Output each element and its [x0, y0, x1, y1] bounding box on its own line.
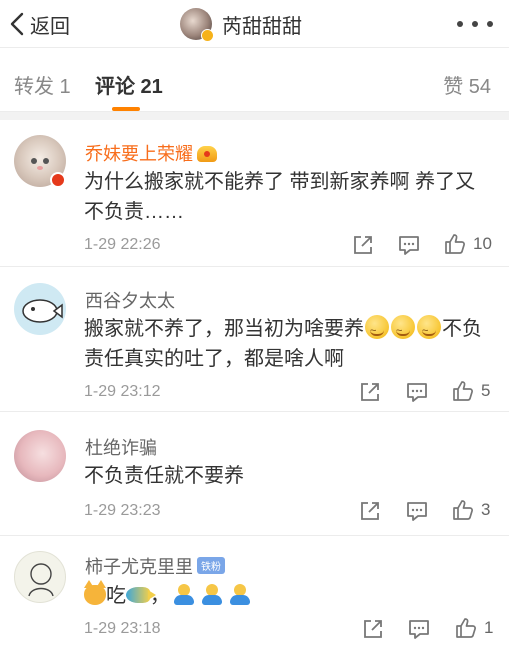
member-badge-icon — [50, 172, 66, 188]
avatar[interactable] — [14, 283, 66, 335]
share-button[interactable] — [352, 234, 374, 256]
reply-button[interactable] — [398, 234, 420, 256]
tab-bar: 转发 1 评论 21 赞 54 — [0, 48, 509, 112]
tab-comment[interactable]: 评论 21 — [95, 70, 163, 99]
avatar[interactable] — [14, 551, 66, 603]
share-button[interactable] — [359, 500, 381, 522]
dizzy-face-icon — [365, 315, 389, 346]
comment-time: 1-29 23:12 — [84, 383, 161, 400]
dizzy-face-icon — [417, 315, 441, 346]
cat-face-icon — [84, 580, 106, 605]
thumbs-up-icon — [453, 381, 473, 401]
share-icon — [361, 502, 379, 520]
author-name: 柿子尤克里里 — [85, 557, 193, 577]
like-count: 10 — [473, 234, 492, 253]
gift-person-icon — [173, 584, 195, 606]
comment-time: 1-29 22:26 — [84, 236, 161, 253]
comment-text: 吃， — [84, 580, 494, 611]
reply-button[interactable] — [406, 500, 428, 522]
share-button[interactable] — [362, 618, 384, 640]
page-title: 芮甜甜甜 — [222, 15, 302, 38]
reply-button[interactable] — [408, 618, 430, 640]
author-name[interactable]: 杜绝诈骗 — [85, 434, 157, 460]
fan-badge: 铁粉 — [197, 557, 225, 574]
avatar — [180, 8, 214, 42]
like-button[interactable]: 1 — [454, 616, 493, 640]
share-icon — [361, 383, 379, 401]
like-button[interactable]: 10 — [443, 232, 492, 256]
dizzy-face-icon — [391, 315, 415, 346]
active-tab-indicator — [112, 107, 140, 111]
like-count: 3 — [481, 500, 491, 519]
tab-like[interactable]: 赞 54 — [443, 70, 491, 99]
comment-time: 1-29 23:23 — [84, 502, 161, 519]
top-nav-bar: 返回 芮甜甜甜 — [0, 0, 509, 48]
chevron-left-icon — [10, 12, 24, 36]
tab-repost[interactable]: 转发 1 — [14, 70, 71, 99]
comment-icon — [399, 236, 419, 255]
avatar[interactable] — [14, 430, 66, 482]
comment-author[interactable]: 乔妹要上荣耀 — [85, 140, 217, 166]
share-button[interactable] — [359, 381, 381, 403]
like-button[interactable]: 3 — [451, 498, 490, 522]
comment-text: 不负责任就不要养 — [84, 465, 244, 487]
comment-item: 乔妹要上荣耀 为什么搬家就不能养了 带到新家养啊 养了又不负责…… 1-29 2… — [0, 120, 509, 267]
comment-author[interactable]: 柿子尤克里里 铁粉 — [85, 553, 225, 579]
comment-item: 杜绝诈骗 不负责任就不要养 1-29 23:23 3 — [0, 412, 509, 536]
comment-text: 搬家就不养了，那当初为啥要养不负责任真实的吐了，都是啥人啊 — [84, 314, 494, 374]
reply-button[interactable] — [406, 381, 428, 403]
back-label: 返回 — [30, 15, 70, 38]
more-options-icon[interactable] — [457, 18, 493, 30]
comment-icon — [407, 383, 427, 402]
fish-icon — [126, 587, 156, 603]
profile-title[interactable]: 芮甜甜甜 — [180, 6, 302, 42]
sketch-face-avatar-icon — [28, 563, 54, 597]
thumbs-up-icon — [445, 234, 465, 254]
author-name[interactable]: 西谷夕太太 — [85, 287, 175, 313]
comment-icon — [407, 502, 427, 521]
verified-badge-icon — [201, 29, 214, 42]
comment-item: 西谷夕太太 搬家就不养了，那当初为啥要养不负责任真实的吐了，都是啥人啊 1-29… — [0, 267, 509, 412]
comment-time: 1-29 23:18 — [84, 620, 161, 637]
thumbs-up-icon — [453, 500, 473, 520]
comment-icon — [409, 620, 429, 639]
crown-badge-icon — [197, 146, 217, 162]
comment-text: 为什么搬家就不能养了 带到新家养啊 养了又不负责…… — [84, 171, 476, 223]
fish-cat-avatar-icon — [22, 299, 63, 323]
thumbs-up-icon — [456, 618, 476, 638]
section-divider — [0, 112, 509, 120]
like-count: 5 — [481, 381, 491, 400]
gift-person-icon — [201, 584, 223, 606]
author-name: 乔妹要上荣耀 — [85, 144, 193, 164]
share-icon — [364, 620, 382, 638]
like-button[interactable]: 5 — [451, 379, 490, 403]
like-count: 1 — [484, 618, 494, 637]
share-icon — [354, 236, 372, 254]
back-button[interactable]: 返回 — [8, 8, 70, 40]
gift-person-icon — [229, 584, 251, 606]
comment-item: 柿子尤克里里 铁粉 吃， 1-29 23:18 1 — [0, 536, 509, 660]
comment-text-part: 吃 — [106, 585, 126, 607]
comment-text-part: 搬家就不养了，那当初为啥要养 — [84, 318, 364, 340]
